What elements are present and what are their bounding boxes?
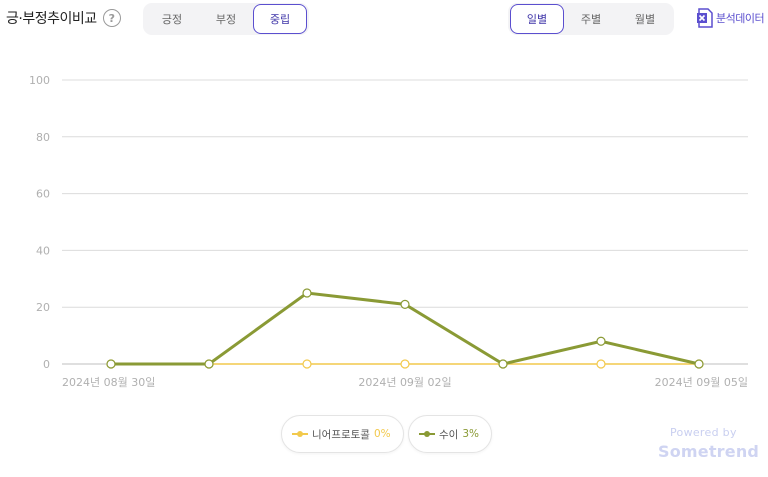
legend-swatch <box>292 429 308 439</box>
data-point[interactable] <box>694 359 704 369</box>
y-tick-label: 20 <box>36 301 50 314</box>
data-point[interactable] <box>498 359 508 369</box>
x-axis: 2024년 08월 30일 2024년 09월 02일 2024년 09월 05일 <box>62 375 748 389</box>
y-tick-label: 0 <box>43 358 50 371</box>
y-tick-label: 80 <box>36 131 50 144</box>
data-point[interactable] <box>302 288 312 298</box>
x-tick-label: 2024년 09월 02일 <box>358 375 451 389</box>
legend-item-sui[interactable]: 수이 3% <box>408 415 492 453</box>
data-point[interactable] <box>106 359 116 369</box>
y-tick-label: 60 <box>36 188 50 201</box>
chart-series <box>106 288 704 369</box>
x-tick-label: 2024년 09월 05일 <box>655 375 748 389</box>
data-point[interactable] <box>302 359 312 369</box>
legend-percent: 0% <box>373 428 391 440</box>
series-1 <box>106 288 704 369</box>
legend-item-near[interactable]: 니어프로토콜 0% <box>281 415 404 453</box>
data-point[interactable] <box>596 336 606 346</box>
powered-by-text: Powered by <box>670 426 737 439</box>
legend-swatch <box>419 429 435 439</box>
x-tick-label: 2024년 08월 30일 <box>62 375 155 389</box>
y-tick-label: 100 <box>29 74 50 87</box>
line-chart: 020406080100 2024년 08월 30일 2024년 09월 02일 2… <box>29 74 748 389</box>
brand-logo: Sometrend <box>658 442 760 461</box>
data-point[interactable] <box>400 359 410 369</box>
legend-label: 니어프로토콜 <box>312 428 370 441</box>
data-point[interactable] <box>596 359 606 369</box>
y-tick-label: 40 <box>36 244 50 257</box>
legend-percent: 3% <box>462 428 479 440</box>
y-axis: 0 20 40 60 80 100 <box>29 74 50 371</box>
chart-grid <box>62 79 748 365</box>
legend-label: 수이 <box>439 428 459 441</box>
data-point[interactable] <box>204 359 214 369</box>
data-point[interactable] <box>400 299 410 309</box>
